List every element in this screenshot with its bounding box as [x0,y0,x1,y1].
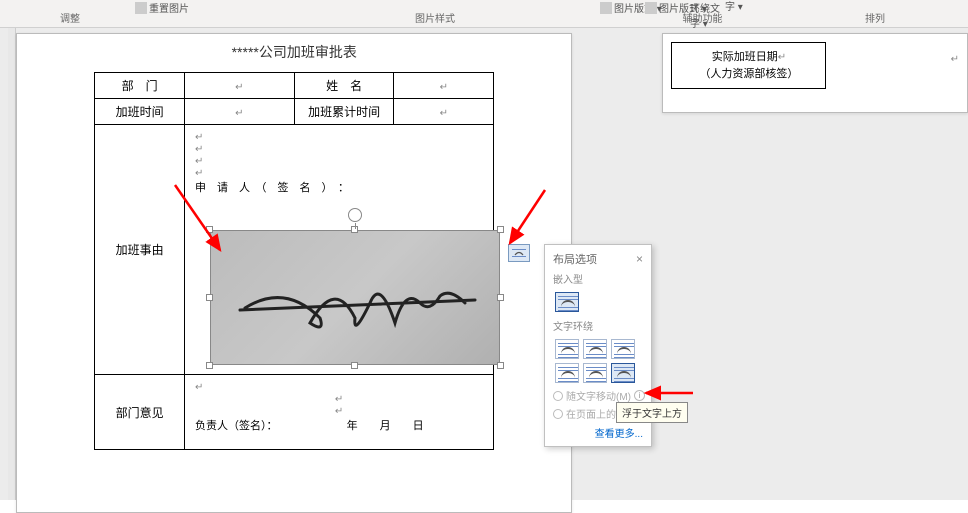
popup-header: 布局选项 × [553,251,643,267]
inline-icons-row [553,290,643,314]
char-label: 字 ▾ [725,0,743,13]
wrap-tight-option[interactable] [583,339,607,359]
wrap-inline-option[interactable] [555,292,579,312]
wrap-icons-row2 [553,361,643,385]
name-value-cell[interactable]: ↵ [394,73,494,99]
resize-handle-tl[interactable] [206,226,213,233]
reason-label-cell: 加班事由 [95,125,185,375]
radio-icon [553,409,563,419]
resize-handle-br[interactable] [497,362,504,369]
mini-cell: 实际加班日期↵ （人力资源部核签） [672,43,826,89]
overtime-label-cell: 加班时间 [95,99,185,125]
ribbon-group-adjust: 调整 [45,10,95,25]
mini-line1: 实际加班日期 [712,51,778,63]
wrap-icons-row1 [553,337,643,361]
signature-image[interactable] [210,230,500,365]
resize-handle-r[interactable] [497,294,504,301]
reset-pic-label: 重置图片 [149,0,189,15]
info-icon[interactable]: i [634,390,645,401]
wrap-tooltip: 浮于文字上方 [616,402,688,423]
table-row-opinion: 部门意见 ↵ ↵ ↵ 负责人（签名）： 年 月 日 [95,375,494,450]
overtime-total-value-cell[interactable]: ↵ [394,99,494,125]
table-row: 加班时间 ↵ 加班累计时间 ↵ [95,99,494,125]
responsible-line: 负责人（签名）： [195,420,278,432]
ribbon-group-style: 图片样式 [405,10,465,25]
table-row: 部 门 ↵ 姓 名 ↵ [95,73,494,99]
layout-trigger-icon [511,247,527,259]
resize-handle-bl[interactable] [206,362,213,369]
popup-close-button[interactable]: × [636,252,643,266]
resize-handle-l[interactable] [206,294,213,301]
signature-image-selection[interactable] [210,230,500,365]
radio-icon [553,391,563,401]
wrap-behind-option[interactable] [583,363,607,383]
signature-stroke [225,248,485,348]
reset-icon [135,2,147,14]
opinion-content-cell[interactable]: ↵ ↵ ↵ 负责人（签名）： 年 月 日 [185,375,494,450]
radio-move-label: 随文字移动(M) [566,388,631,403]
name-label-cell: 姓 名 [294,73,394,99]
inline-section-label: 嵌入型 [553,271,643,286]
overtime-value-cell[interactable]: ↵ [185,99,295,125]
radio-move-with-text[interactable]: 随文字移动(M) i [553,388,643,403]
popup-title: 布局选项 [553,251,597,267]
rotate-handle[interactable] [348,208,362,222]
layout-icon [600,2,612,14]
overtime-total-label-cell: 加班累计时间 [294,99,394,125]
mini-table: 实际加班日期↵ （人力资源部核签） [671,42,826,89]
vertical-ruler [8,28,16,500]
ribbon-group-arrange: 排列 [855,10,895,25]
format-icon [645,2,657,14]
see-more-link[interactable]: 查看更多... [553,425,643,440]
mini-line2: （人力资源部核签） [699,68,798,80]
ribbon-bar: 重置图片 调整 图片样式 图片版式 ▾ 图片版式 ▾ 环绕文字 ▾ 辅助功能 字… [0,0,968,28]
reset-picture-button[interactable]: 重置图片 [135,0,189,15]
applicant-line: 申 请 人 （ 签 名 ） ： [195,182,349,194]
wrap-section-label: 文字环绕 [553,318,643,333]
form-title: *****公司加班审批表 [17,42,571,62]
wrap-square-option[interactable] [555,339,579,359]
layout-options-trigger[interactable] [508,244,530,262]
char-button[interactable]: 字 ▾ [725,0,743,13]
resize-handle-tr[interactable] [497,226,504,233]
wrap-topbottom-option[interactable] [555,363,579,383]
resize-handle-b[interactable] [351,362,358,369]
opinion-label-cell: 部门意见 [95,375,185,450]
opinion-date-line: 年 月 日 [347,420,424,432]
wrap-through-option[interactable] [611,339,635,359]
ribbon-group-aux: 辅助功能 [680,10,725,25]
wrap-front-option[interactable] [611,363,635,383]
page-right[interactable]: 实际加班日期↵ （人力资源部核签） ↵ [662,33,968,113]
dept-label-cell: 部 门 [95,73,185,99]
dept-value-cell[interactable]: ↵ [185,73,295,99]
